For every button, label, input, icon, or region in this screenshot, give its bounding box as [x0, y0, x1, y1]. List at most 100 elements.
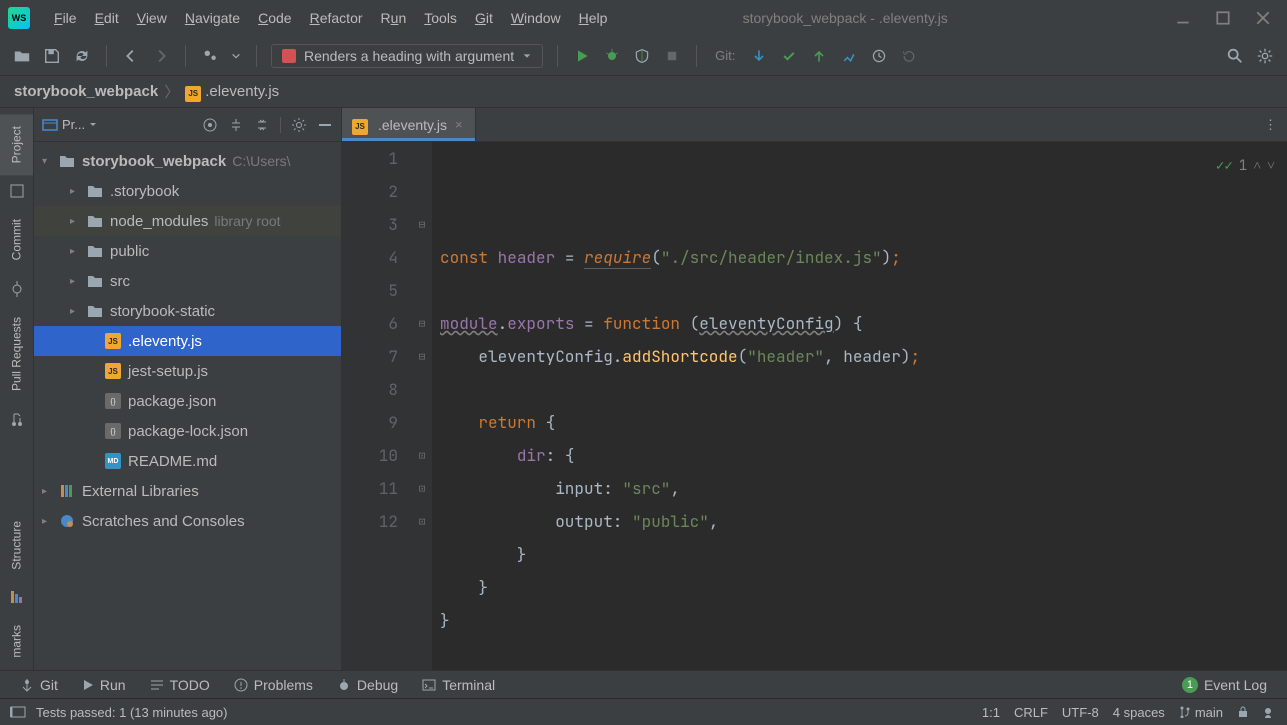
stop-icon[interactable] [662, 46, 682, 66]
back-icon[interactable] [121, 46, 141, 66]
bb-eventlog[interactable]: 1Event Log [1172, 675, 1277, 695]
prev-highlight-icon[interactable]: ˄ [1253, 150, 1261, 183]
tool-commit[interactable]: Commit [0, 207, 33, 272]
commit-icon[interactable] [779, 46, 799, 66]
update-project-icon[interactable] [749, 46, 769, 66]
save-all-icon[interactable] [42, 46, 62, 66]
tree-file[interactable]: {}package.json [34, 386, 341, 416]
file-tree-icon[interactable] [0, 175, 33, 207]
menu-navigate[interactable]: Navigate [177, 6, 248, 30]
indent[interactable]: 4 spaces [1113, 705, 1165, 720]
window-controls [1175, 10, 1279, 26]
tree-root[interactable]: ▾storybook_webpackC:\Users\ [34, 146, 341, 176]
tree-lib[interactable]: ▸External Libraries [34, 476, 341, 506]
clock-icon[interactable] [869, 46, 889, 66]
collapse-all-icon[interactable] [254, 117, 270, 133]
js-file-icon: JS [352, 119, 368, 135]
next-highlight-icon[interactable]: ˅ [1267, 150, 1275, 183]
tree-file[interactable]: {}package-lock.json [34, 416, 341, 446]
editor-area: JS .eleventy.js × ⋮ 123456789101112 ⊟⊟⊟⊡… [342, 108, 1287, 670]
lock-icon[interactable] [1237, 706, 1249, 718]
inspection-count: 1 [1239, 150, 1247, 183]
divider [280, 117, 281, 133]
tree-file[interactable]: JS.eleventy.js [34, 326, 341, 356]
close-icon[interactable] [1255, 10, 1271, 26]
hide-icon[interactable] [317, 117, 333, 133]
menu-code[interactable]: Code [250, 6, 299, 30]
tool-pull-requests[interactable]: Pull Requests [0, 305, 33, 403]
menu-refactor[interactable]: Refactor [302, 6, 371, 30]
tool-structure[interactable]: Structure [0, 509, 33, 582]
search-icon[interactable] [1225, 46, 1245, 66]
rollback-icon[interactable] [899, 46, 919, 66]
debug-icon[interactable] [602, 46, 622, 66]
navigation-bar: storybook_webpack 〉 JS .eleventy.js [0, 76, 1287, 108]
sidebar-header: Pr... [34, 108, 341, 142]
tool-bookmarks[interactable]: marks [0, 613, 33, 670]
structure-stripe-icon[interactable] [0, 581, 33, 613]
git-branch[interactable]: main [1179, 705, 1223, 720]
tree-folder[interactable]: ▸public [34, 236, 341, 266]
settings-gear-icon[interactable] [291, 117, 307, 133]
bb-todo[interactable]: TODO [140, 675, 220, 695]
menu-run[interactable]: Run [373, 6, 415, 30]
tree-file[interactable]: MDREADME.md [34, 446, 341, 476]
forward-icon[interactable] [151, 46, 171, 66]
bb-terminal[interactable]: Terminal [412, 675, 505, 695]
commit-stripe-icon[interactable] [0, 273, 33, 305]
tabs-more-icon[interactable]: ⋮ [1254, 108, 1287, 141]
bb-debug[interactable]: Debug [327, 675, 408, 695]
menu-view[interactable]: View [129, 6, 175, 30]
pr-stripe-icon[interactable] [0, 403, 33, 435]
maximize-icon[interactable] [1215, 10, 1231, 26]
tree-scratch[interactable]: ▸Scratches and Consoles [34, 506, 341, 536]
push-icon[interactable] [809, 46, 829, 66]
inspection-widget[interactable]: ✓✓ 1 ˄ ˅ [1216, 150, 1275, 183]
select-opened-file-icon[interactable] [202, 117, 218, 133]
tree-folder[interactable]: ▸.storybook [34, 176, 341, 206]
cursor-position[interactable]: 1:1 [982, 705, 1000, 720]
run-config-label: Renders a heading with argument [304, 48, 514, 64]
sync-icon[interactable] [72, 46, 92, 66]
menu-git[interactable]: Git [467, 6, 501, 30]
run-config-selector[interactable]: Renders a heading with argument [271, 44, 543, 68]
gear-icon[interactable] [1255, 46, 1275, 66]
code-with-me-icon[interactable] [200, 46, 220, 66]
menu-edit[interactable]: Edit [87, 6, 127, 30]
bb-git[interactable]: Git [10, 675, 68, 695]
chevron-down-icon[interactable] [230, 46, 242, 66]
status-message: Tests passed: 1 (13 minutes ago) [36, 705, 228, 720]
tree-folder[interactable]: ▸storybook-static [34, 296, 341, 326]
project-view-selector[interactable]: Pr... [42, 117, 97, 133]
open-icon[interactable] [12, 46, 32, 66]
window-title: storybook_webpack - .eleventy.js [515, 10, 1175, 26]
bb-run[interactable]: Run [72, 675, 136, 695]
tab-close-icon[interactable]: × [453, 117, 465, 132]
project-tree[interactable]: ▾storybook_webpackC:\Users\▸.storybook▸n… [34, 142, 341, 670]
encoding[interactable]: UTF-8 [1062, 705, 1099, 720]
crumb-project[interactable]: storybook_webpack [14, 83, 158, 100]
editor-tab[interactable]: JS .eleventy.js × [342, 108, 476, 141]
line-separator[interactable]: CRLF [1014, 705, 1048, 720]
ide-status-icon[interactable] [1263, 705, 1277, 719]
tree-folder[interactable]: ▸src [34, 266, 341, 296]
bottom-tool-bar: Git Run TODO Problems Debug Terminal 1Ev… [0, 670, 1287, 698]
project-sidebar: Pr... ▾storybook_webpackC:\Users\▸.story… [34, 108, 342, 670]
minimize-icon[interactable] [1175, 10, 1191, 26]
line-number-gutter: 123456789101112 ⊟⊟⊟⊡⊡⊡ [342, 142, 432, 670]
expand-all-icon[interactable] [228, 117, 244, 133]
titlebar: WS File Edit View Navigate Code Refactor… [0, 0, 1287, 36]
show-history-icon[interactable] [839, 46, 859, 66]
menu-tools[interactable]: Tools [416, 6, 465, 30]
left-tool-stripe: Project Commit Pull Requests Structure m… [0, 108, 34, 670]
app-logo-icon: WS [8, 7, 30, 29]
coverage-icon[interactable] [632, 46, 652, 66]
run-icon[interactable] [572, 46, 592, 66]
crumb-file[interactable]: .eleventy.js [205, 83, 279, 100]
tree-folder[interactable]: ▸node_moduleslibrary root [34, 206, 341, 236]
menu-file[interactable]: File [46, 6, 85, 30]
code-editor[interactable]: 123456789101112 ⊟⊟⊟⊡⊡⊡ ✓✓ 1 ˄ ˅ const he… [342, 142, 1287, 670]
tool-project[interactable]: Project [0, 114, 33, 175]
tree-file[interactable]: JSjest-setup.js [34, 356, 341, 386]
bb-problems[interactable]: Problems [224, 675, 323, 695]
